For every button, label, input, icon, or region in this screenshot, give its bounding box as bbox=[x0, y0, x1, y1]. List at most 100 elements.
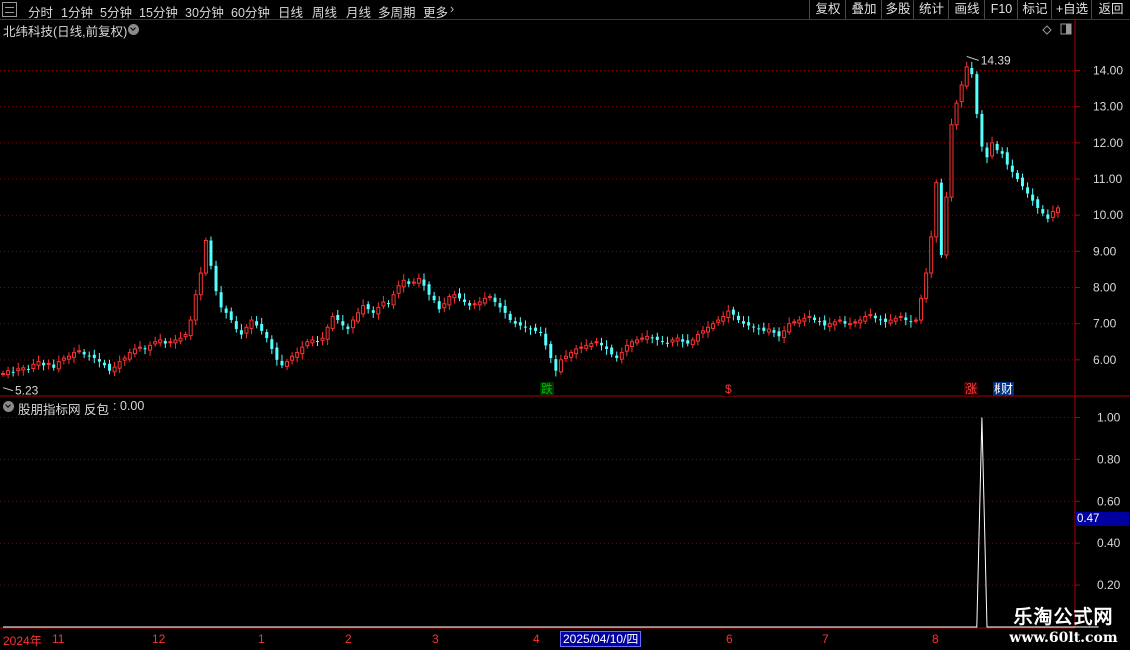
candle-down bbox=[970, 68, 974, 75]
candle-down bbox=[534, 327, 538, 331]
diamond-icon[interactable] bbox=[1042, 25, 1052, 35]
candle-up bbox=[148, 344, 153, 351]
candle-down bbox=[904, 317, 908, 321]
candle-up bbox=[934, 182, 939, 238]
candle-up bbox=[675, 337, 680, 342]
candle-down bbox=[366, 304, 370, 310]
candle-up bbox=[792, 321, 797, 324]
up-limit-badge[interactable]: 涨 bbox=[964, 382, 979, 396]
candle-up bbox=[173, 339, 178, 344]
candle-down bbox=[82, 351, 86, 355]
watermark-logo: 乐淘公式网 www.60lt.com bbox=[997, 606, 1130, 650]
candle-up bbox=[300, 346, 305, 355]
dividend-badge[interactable]: $ bbox=[724, 382, 733, 396]
indicator-tick-label: 0.80 bbox=[1097, 452, 1121, 466]
candle-down bbox=[731, 309, 735, 315]
candle-up bbox=[401, 279, 406, 288]
candle-down bbox=[742, 321, 746, 324]
candle-up bbox=[193, 294, 198, 321]
candle-down bbox=[468, 303, 472, 306]
candle-down bbox=[1036, 199, 1040, 208]
candle-up bbox=[690, 339, 695, 346]
candle-up bbox=[249, 319, 254, 329]
candle-down bbox=[1031, 194, 1035, 201]
candle-up bbox=[6, 370, 11, 376]
candle-down bbox=[503, 305, 507, 313]
candle-up bbox=[320, 337, 325, 341]
candle-down bbox=[529, 328, 532, 330]
timeline-label: 4 bbox=[533, 632, 540, 646]
candle-up bbox=[711, 323, 716, 329]
candle-down bbox=[260, 324, 264, 331]
candle-up bbox=[782, 330, 787, 338]
candle-up bbox=[244, 326, 249, 334]
candle-up bbox=[330, 315, 335, 329]
candle-up bbox=[295, 352, 300, 358]
candle-down bbox=[1046, 214, 1050, 219]
candle-down bbox=[813, 317, 817, 321]
candle-down bbox=[209, 240, 213, 266]
candle-up bbox=[350, 319, 355, 329]
low-price-label: 5.23 bbox=[15, 384, 39, 398]
candle-down bbox=[427, 284, 431, 295]
candle-down bbox=[873, 315, 877, 319]
candle-down bbox=[1041, 209, 1045, 214]
candle-up bbox=[726, 310, 731, 319]
panel-toggle-icon[interactable] bbox=[1060, 23, 1072, 35]
candle-up bbox=[66, 355, 71, 360]
candle-up bbox=[72, 352, 77, 358]
low-pointer bbox=[2, 387, 14, 392]
candle-down bbox=[457, 293, 461, 299]
candle-up bbox=[325, 326, 330, 340]
down-limit-badge[interactable]: 跌 bbox=[540, 382, 555, 396]
indicator-tick-label: 0.40 bbox=[1097, 536, 1121, 550]
candle-up bbox=[640, 337, 645, 340]
candle-up bbox=[787, 323, 792, 333]
candle-down bbox=[980, 113, 984, 147]
candle-down bbox=[523, 326, 527, 328]
candle-up bbox=[381, 301, 386, 307]
candle-down bbox=[224, 308, 228, 313]
candle-up bbox=[716, 319, 721, 323]
candle-down bbox=[11, 371, 15, 373]
candle-up bbox=[305, 341, 310, 347]
candle-up bbox=[919, 297, 924, 321]
candle-up bbox=[766, 328, 771, 333]
candle-down bbox=[544, 333, 548, 346]
candle-up bbox=[594, 341, 599, 344]
candle-up bbox=[482, 297, 487, 304]
candle-down bbox=[97, 359, 101, 362]
candle-up bbox=[137, 346, 142, 349]
candle-down bbox=[315, 341, 319, 343]
timeline-label: 11 bbox=[52, 632, 65, 646]
candle-down bbox=[229, 311, 233, 321]
candle-down bbox=[407, 281, 411, 284]
candle-down bbox=[681, 339, 685, 342]
candle-up bbox=[858, 319, 863, 324]
candle-up bbox=[853, 321, 858, 324]
chart-area[interactable]: 6.007.008.009.0010.0011.0012.0013.0014.0… bbox=[0, 0, 1130, 650]
finance-badge[interactable]: 财 bbox=[1000, 382, 1015, 396]
indicator-line bbox=[3, 417, 1099, 628]
candle-up bbox=[112, 366, 117, 373]
candle-down bbox=[655, 336, 659, 340]
candle-down bbox=[884, 318, 888, 322]
candle-up bbox=[16, 368, 21, 372]
high-pointer bbox=[966, 55, 979, 61]
candle-up bbox=[574, 348, 579, 355]
candle-up bbox=[807, 315, 812, 318]
candle-down bbox=[1005, 152, 1009, 165]
candle-down bbox=[143, 348, 147, 350]
candle-down bbox=[87, 355, 91, 357]
candle-down bbox=[878, 319, 882, 321]
candle-up bbox=[447, 296, 452, 306]
candle-up bbox=[472, 303, 477, 306]
candle-down bbox=[554, 359, 558, 371]
candle-down bbox=[757, 328, 761, 330]
timeline-label: 2024年 bbox=[3, 634, 42, 648]
candle-down bbox=[600, 342, 604, 346]
candle-down bbox=[747, 322, 751, 326]
candle-up bbox=[285, 361, 290, 367]
candle-down bbox=[939, 182, 943, 255]
candle-down bbox=[386, 303, 390, 305]
